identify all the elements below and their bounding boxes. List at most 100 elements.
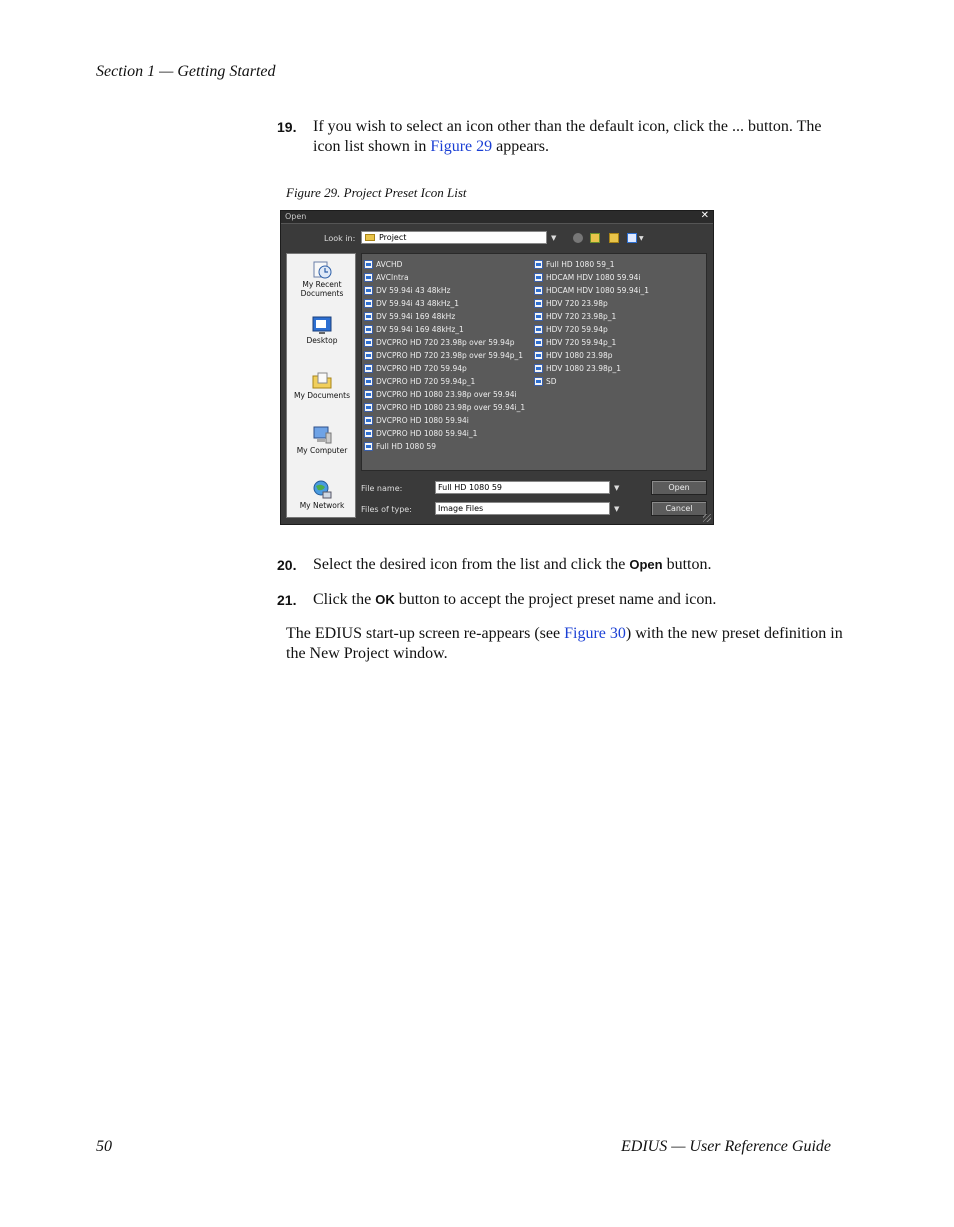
step-text-part: Select the desired icon from the list an… — [313, 556, 630, 573]
file-label: HDV 1080 23.98p_1 — [546, 364, 622, 373]
list-item[interactable]: HDV 720 23.98p_1 — [533, 310, 649, 323]
file-label: DVCPRO HD 1080 23.98p over 59.94i — [376, 390, 517, 399]
view-menu-icon[interactable] — [627, 233, 637, 243]
image-file-icon — [534, 312, 543, 321]
image-file-icon — [364, 377, 373, 386]
list-item[interactable]: DVCPRO HD 720 59.94p — [363, 362, 525, 375]
back-icon[interactable] — [573, 233, 583, 243]
file-label: DVCPRO HD 720 59.94p — [376, 364, 467, 373]
figure-30-link[interactable]: Figure 30 — [564, 625, 626, 642]
open-keyword: Open — [629, 557, 663, 572]
list-item[interactable]: DVCPRO HD 1080 59.94i — [363, 414, 525, 427]
list-item[interactable]: DV 59.94i 169 48kHz — [363, 310, 525, 323]
image-file-icon — [364, 260, 373, 269]
up-folder-icon[interactable] — [590, 233, 600, 243]
file-label: DV 59.94i 43 48kHz_1 — [376, 299, 460, 308]
place-label: My Recent Documents — [300, 280, 344, 298]
list-item[interactable]: AVCHD — [363, 258, 525, 271]
file-type-label: Files of type: — [361, 505, 412, 514]
step-text: If you wish to select an icon other than… — [313, 117, 837, 157]
list-item[interactable]: DVCPRO HD 720 59.94p_1 — [363, 375, 525, 388]
paragraph-text-part: The EDIUS start-up screen re-appears (se… — [286, 625, 565, 642]
close-icon[interactable]: ✕ — [701, 210, 709, 221]
look-in-label: Look in: — [324, 234, 356, 243]
file-label: SD — [546, 377, 557, 386]
list-item[interactable]: Full HD 1080 59_1 — [533, 258, 649, 271]
place-label: My Network — [299, 501, 345, 510]
list-item[interactable]: DV 59.94i 43 48kHz — [363, 284, 525, 297]
list-item[interactable]: HDCAM HDV 1080 59.94i_1 — [533, 284, 649, 297]
step-text-part: appears. — [492, 138, 549, 155]
file-label: Full HD 1080 59 — [376, 442, 437, 451]
list-item[interactable]: HDV 720 23.98p — [533, 297, 649, 310]
list-item[interactable]: HDV 720 59.94p — [533, 323, 649, 336]
list-item[interactable]: DV 59.94i 169 48kHz_1 — [363, 323, 525, 336]
look-in-select[interactable]: Project — [361, 231, 547, 244]
file-label: DVCPRO HD 720 59.94p_1 — [376, 377, 476, 386]
list-item[interactable]: DVCPRO HD 720 23.98p over 59.94p_1 — [363, 349, 525, 362]
file-label: DVCPRO HD 1080 23.98p over 59.94i_1 — [376, 403, 526, 412]
file-label: DVCPRO HD 720 23.98p over 59.94p_1 — [376, 351, 524, 360]
file-list: AVCHD AVCIntra DV 59.94i 43 48kHz DV 59.… — [361, 253, 707, 471]
file-label: AVCIntra — [376, 273, 409, 282]
list-item[interactable]: HDCAM HDV 1080 59.94i — [533, 271, 649, 284]
look-in-value: Project — [379, 233, 407, 242]
file-type-select[interactable]: Image Files — [435, 502, 610, 515]
step-20: 20. Select the desired icon from the lis… — [277, 555, 837, 575]
step-21: 21. Click the OK button to accept the pr… — [277, 590, 837, 610]
place-my-network[interactable]: My Network — [287, 479, 357, 510]
file-label: DVCPRO HD 720 23.98p over 59.94p — [376, 338, 515, 347]
my-documents-icon — [311, 369, 333, 389]
step-text-part: If you wish to select an icon other than… — [313, 118, 822, 155]
image-file-icon — [364, 273, 373, 282]
step-text: Select the desired icon from the list an… — [313, 555, 837, 575]
list-item[interactable]: AVCIntra — [363, 271, 525, 284]
place-desktop[interactable]: Desktop — [287, 314, 357, 345]
file-label: Full HD 1080 59_1 — [546, 260, 615, 269]
place-label: My Computer — [296, 446, 348, 455]
file-label: DV 59.94i 43 48kHz — [376, 286, 451, 295]
place-my-documents[interactable]: My Documents — [287, 369, 357, 400]
list-item[interactable]: DVCPRO HD 720 23.98p over 59.94p — [363, 336, 525, 349]
list-item[interactable]: SD — [533, 375, 649, 388]
cancel-button[interactable]: Cancel — [651, 501, 707, 516]
chevron-down-icon[interactable]: ▼ — [551, 234, 556, 242]
list-item[interactable]: HDV 1080 23.98p — [533, 349, 649, 362]
body-paragraph: The EDIUS start-up screen re-appears (se… — [286, 624, 846, 664]
figure-29-link[interactable]: Figure 29 — [430, 138, 492, 155]
list-item[interactable]: DVCPRO HD 1080 59.94i_1 — [363, 427, 525, 440]
file-label: DVCPRO HD 1080 59.94i — [376, 416, 469, 425]
step-number: 19. — [277, 119, 297, 135]
place-my-recent-documents[interactable]: My Recent Documents — [287, 258, 357, 298]
list-item[interactable]: Full HD 1080 59 — [363, 440, 525, 453]
footer-title: EDIUS — User Reference Guide — [620, 1138, 831, 1155]
list-item[interactable]: DVCPRO HD 1080 23.98p over 59.94i — [363, 388, 525, 401]
list-item[interactable]: DVCPRO HD 1080 23.98p over 59.94i_1 — [363, 401, 525, 414]
step-text-part: button. — [662, 556, 712, 573]
open-dialog: Open ✕ Look in: Project ▼ ▼ My Recent Do… — [280, 210, 714, 525]
chevron-down-icon[interactable]: ▼ — [614, 505, 619, 513]
list-item[interactable]: HDV 1080 23.98p_1 — [533, 362, 649, 375]
image-file-icon — [534, 364, 543, 373]
list-item[interactable]: DV 59.94i 43 48kHz_1 — [363, 297, 525, 310]
chevron-down-icon[interactable]: ▼ — [614, 484, 619, 492]
list-item[interactable]: HDV 720 59.94p_1 — [533, 336, 649, 349]
page-number: 50 — [96, 1138, 112, 1155]
resize-grip[interactable] — [703, 514, 711, 522]
file-label: HDV 720 23.98p — [546, 299, 608, 308]
file-name-input[interactable]: Full HD 1080 59 — [435, 481, 610, 494]
image-file-icon — [534, 260, 543, 269]
chevron-down-icon[interactable]: ▼ — [639, 235, 644, 242]
image-file-icon — [364, 325, 373, 334]
image-file-icon — [364, 351, 373, 360]
file-label: HDV 1080 23.98p — [546, 351, 613, 360]
file-label: HDCAM HDV 1080 59.94i_1 — [546, 286, 649, 295]
new-folder-icon[interactable] — [609, 233, 619, 243]
my-computer-icon — [311, 424, 333, 444]
step-text-part: button to accept the project preset name… — [394, 591, 717, 608]
open-button[interactable]: Open — [651, 480, 707, 495]
file-label: DV 59.94i 169 48kHz — [376, 312, 456, 321]
place-my-computer[interactable]: My Computer — [287, 424, 357, 455]
image-file-icon — [534, 377, 543, 386]
image-file-icon — [364, 364, 373, 373]
